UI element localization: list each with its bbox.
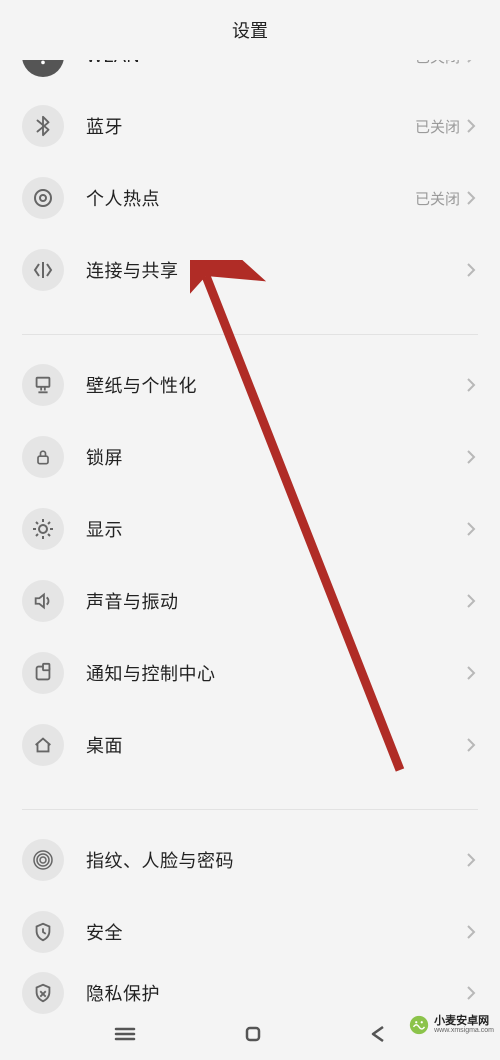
settings-row-wlan[interactable]: WLAN 已关闭 bbox=[0, 60, 500, 90]
row-label: WLAN bbox=[86, 60, 415, 67]
row-label: 锁屏 bbox=[86, 444, 466, 470]
wallpaper-icon bbox=[22, 364, 64, 406]
row-label: 连接与共享 bbox=[86, 257, 466, 283]
chevron-right-icon bbox=[466, 665, 476, 681]
row-status: 已关闭 bbox=[415, 116, 460, 137]
chevron-right-icon bbox=[466, 262, 476, 278]
chevron-right-icon bbox=[466, 985, 476, 1001]
nav-back-icon[interactable] bbox=[370, 1025, 386, 1048]
chevron-right-icon bbox=[466, 118, 476, 134]
row-label: 隐私保护 bbox=[86, 980, 466, 1006]
row-label: 显示 bbox=[86, 516, 466, 542]
security-icon bbox=[22, 911, 64, 953]
row-label: 桌面 bbox=[86, 732, 466, 758]
home-icon bbox=[22, 724, 64, 766]
row-label: 个人热点 bbox=[86, 185, 415, 211]
settings-row-bluetooth[interactable]: 蓝牙 已关闭 bbox=[0, 90, 500, 162]
notification-icon bbox=[22, 652, 64, 694]
chevron-right-icon bbox=[466, 60, 476, 64]
settings-row-connection-share[interactable]: 连接与共享 bbox=[0, 234, 500, 306]
privacy-icon bbox=[22, 972, 64, 1014]
header: 设置 bbox=[0, 0, 500, 60]
row-label: 蓝牙 bbox=[86, 113, 415, 139]
chevron-right-icon bbox=[466, 449, 476, 465]
lock-icon bbox=[22, 436, 64, 478]
row-label: 指纹、人脸与密码 bbox=[86, 847, 466, 873]
divider bbox=[22, 809, 478, 810]
wifi-icon bbox=[22, 60, 64, 77]
watermark-url: www.xmsigma.com bbox=[434, 1027, 494, 1034]
row-label: 安全 bbox=[86, 919, 466, 945]
chevron-right-icon bbox=[466, 924, 476, 940]
sound-icon bbox=[22, 580, 64, 622]
settings-group-display: 壁纸与个性化 锁屏 显示 声音与振动 bbox=[0, 349, 500, 781]
settings-group-connectivity: 蓝牙 已关闭 个人热点 已关闭 连接与共享 bbox=[0, 90, 500, 306]
chevron-right-icon bbox=[466, 377, 476, 393]
connection-icon bbox=[22, 249, 64, 291]
chevron-right-icon bbox=[466, 593, 476, 609]
divider bbox=[22, 334, 478, 335]
bluetooth-icon bbox=[22, 105, 64, 147]
watermark: 小麦安卓网 www.xmsigma.com bbox=[408, 1014, 494, 1036]
page-title: 设置 bbox=[232, 17, 268, 43]
display-icon bbox=[22, 508, 64, 550]
nav-home-icon[interactable] bbox=[244, 1025, 262, 1048]
settings-row-display[interactable]: 显示 bbox=[0, 493, 500, 565]
settings-row-notification[interactable]: 通知与控制中心 bbox=[0, 637, 500, 709]
chevron-right-icon bbox=[466, 190, 476, 206]
row-label: 通知与控制中心 bbox=[86, 660, 466, 686]
settings-scroll: WLAN 已关闭 蓝牙 已关闭 个人热点 已关闭 bbox=[0, 60, 500, 1018]
row-status: 已关闭 bbox=[415, 188, 460, 209]
chevron-right-icon bbox=[466, 521, 476, 537]
hotspot-icon bbox=[22, 177, 64, 219]
settings-row-biometric[interactable]: 指纹、人脸与密码 bbox=[0, 824, 500, 896]
watermark-brand: 小麦安卓网 bbox=[434, 1016, 494, 1027]
settings-row-desktop[interactable]: 桌面 bbox=[0, 709, 500, 781]
fingerprint-icon bbox=[22, 839, 64, 881]
row-label: 壁纸与个性化 bbox=[86, 372, 466, 398]
settings-row-security[interactable]: 安全 bbox=[0, 896, 500, 968]
settings-row-sound[interactable]: 声音与振动 bbox=[0, 565, 500, 637]
settings-row-wallpaper[interactable]: 壁纸与个性化 bbox=[0, 349, 500, 421]
nav-recents-icon[interactable] bbox=[114, 1026, 136, 1047]
chevron-right-icon bbox=[466, 737, 476, 753]
watermark-logo-icon bbox=[408, 1014, 430, 1036]
chevron-right-icon bbox=[466, 852, 476, 868]
row-status: 已关闭 bbox=[415, 60, 460, 67]
settings-row-hotspot[interactable]: 个人热点 已关闭 bbox=[0, 162, 500, 234]
settings-row-privacy[interactable]: 隐私保护 bbox=[0, 968, 500, 1018]
settings-row-lockscreen[interactable]: 锁屏 bbox=[0, 421, 500, 493]
row-label: 声音与振动 bbox=[86, 588, 466, 614]
settings-group-security: 指纹、人脸与密码 安全 隐私保护 bbox=[0, 824, 500, 1018]
